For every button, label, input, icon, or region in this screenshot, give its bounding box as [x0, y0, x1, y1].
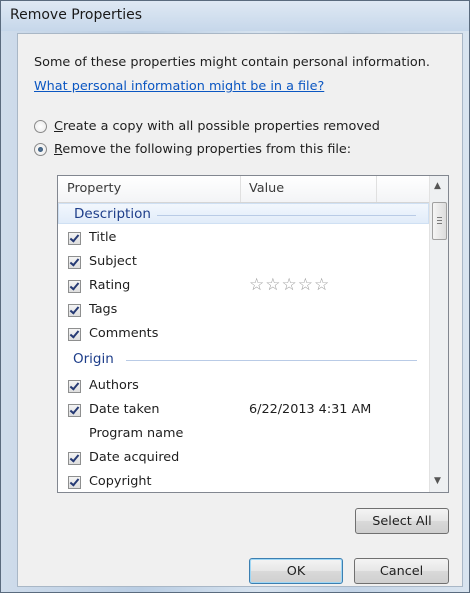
- title-bar[interactable]: Remove Properties: [1, 1, 469, 31]
- option-remove-properties[interactable]: Remove the following properties from thi…: [34, 142, 351, 157]
- property-checkbox[interactable]: [68, 328, 81, 341]
- property-label: Title: [89, 230, 117, 245]
- properties-list[interactable]: Property Value Description Title Subject R…: [57, 175, 449, 493]
- property-checkbox[interactable]: [68, 404, 81, 417]
- list-header: Property Value: [58, 176, 430, 203]
- property-checkbox[interactable]: [68, 232, 81, 245]
- property-label: Tags: [89, 302, 118, 317]
- property-checkbox[interactable]: [68, 380, 81, 393]
- vertical-scrollbar[interactable]: ▲ ▼: [429, 176, 448, 492]
- remove-properties-label: Remove the following properties from thi…: [54, 142, 352, 157]
- group-label: Description: [74, 206, 151, 222]
- property-checkbox[interactable]: [68, 256, 81, 269]
- property-label: Copyright: [89, 474, 152, 489]
- create-copy-radio[interactable]: [34, 120, 47, 133]
- property-row[interactable]: Program name: [58, 423, 429, 447]
- window-title: Remove Properties: [10, 7, 143, 23]
- property-checkbox[interactable]: [68, 452, 81, 465]
- property-label: Subject: [89, 254, 137, 269]
- personal-info-link[interactable]: What personal information might be in a …: [34, 79, 324, 94]
- property-row[interactable]: Tags: [58, 299, 429, 323]
- remove-properties-dialog: Remove Properties Some of these properti…: [0, 0, 470, 593]
- property-checkbox[interactable]: [68, 476, 81, 489]
- group-divider: [126, 360, 417, 361]
- property-row[interactable]: Authors: [58, 375, 429, 399]
- group-divider: [157, 215, 416, 216]
- property-checkbox[interactable]: [68, 304, 81, 317]
- create-copy-label: Create a copy with all possible properti…: [54, 119, 380, 134]
- property-row[interactable]: Subject: [58, 251, 429, 275]
- property-value: 6/22/2013 4:31 AM: [249, 402, 372, 417]
- property-label: Date acquired: [89, 450, 180, 465]
- group-header-description[interactable]: Description: [58, 203, 429, 224]
- property-label: Rating: [89, 278, 131, 293]
- dialog-body: Some of these properties might contain p…: [17, 33, 463, 587]
- remove-properties-radio[interactable]: [34, 143, 47, 156]
- property-label: Date taken: [89, 402, 160, 417]
- column-divider[interactable]: [240, 176, 241, 202]
- intro-text: Some of these properties might contain p…: [34, 55, 430, 70]
- select-all-button[interactable]: Select All: [355, 508, 449, 534]
- property-label: Comments: [89, 326, 159, 341]
- group-header-origin[interactable]: Origin: [58, 349, 429, 370]
- cancel-button[interactable]: Cancel: [354, 558, 449, 584]
- property-checkbox[interactable]: [68, 280, 81, 293]
- group-label: Origin: [73, 351, 114, 367]
- property-row[interactable]: Date acquired: [58, 447, 429, 471]
- ok-button[interactable]: OK: [249, 558, 343, 584]
- property-label: Authors: [89, 378, 139, 393]
- property-row[interactable]: Date taken 6/22/2013 4:31 AM: [58, 399, 429, 423]
- column-property[interactable]: Property: [67, 181, 121, 196]
- scroll-down-arrow-icon[interactable]: ▼: [434, 476, 441, 486]
- option-create-copy[interactable]: Create a copy with all possible properti…: [34, 119, 380, 134]
- scroll-thumb[interactable]: [432, 202, 447, 240]
- scroll-up-arrow-icon[interactable]: ▲: [434, 181, 441, 191]
- property-row[interactable]: Title: [58, 227, 429, 251]
- column-divider[interactable]: [376, 176, 377, 202]
- property-row[interactable]: Comments: [58, 323, 429, 347]
- column-value[interactable]: Value: [249, 181, 284, 196]
- property-label: Program name: [89, 426, 184, 441]
- rating-stars-icon[interactable]: ☆☆☆☆☆: [249, 275, 330, 295]
- property-row[interactable]: Rating ☆☆☆☆☆: [58, 275, 429, 299]
- property-row[interactable]: Copyright: [58, 471, 429, 492]
